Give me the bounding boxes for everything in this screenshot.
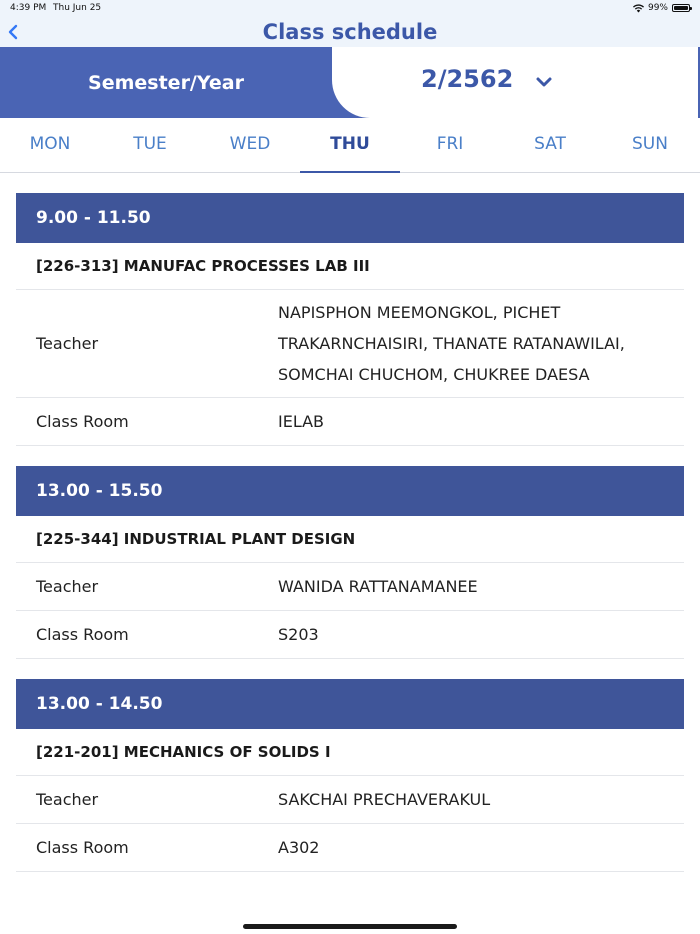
- class-time: 13.00 - 15.50: [16, 466, 684, 516]
- chevron-down-icon: [536, 77, 552, 87]
- wifi-icon: [632, 3, 644, 12]
- room-row: Class Room S203: [16, 611, 684, 659]
- class-time: 13.00 - 14.50: [16, 679, 684, 729]
- tab-mon[interactable]: MON: [0, 118, 100, 172]
- tab-wed[interactable]: WED: [200, 118, 300, 172]
- status-indicators: 99%: [632, 3, 692, 13]
- nav-bar: Class schedule: [0, 18, 700, 47]
- day-tabs: MON TUE WED THU FRI SAT SUN: [0, 118, 700, 173]
- tab-thu[interactable]: THU: [300, 118, 400, 173]
- teacher-row: Teacher WANIDA RATTANAMANEE: [16, 563, 684, 611]
- room-row: Class Room A302: [16, 824, 684, 872]
- battery-icon: [672, 4, 692, 12]
- teacher-row: Teacher NAPISPHON MEEMONGKOL, PICHET TRA…: [16, 290, 684, 398]
- home-indicator[interactable]: [243, 924, 457, 929]
- schedule-list: 9.00 - 11.50 [226-313] MANUFAC PROCESSES…: [16, 193, 684, 892]
- room-row: Class Room IELAB: [16, 398, 684, 446]
- status-time: 4:39 PM: [10, 3, 47, 13]
- course-title: [225-344] INDUSTRIAL PLANT DESIGN: [16, 516, 684, 563]
- room-label: Class Room: [36, 625, 129, 644]
- semester-bar: Semester/Year 2/2562: [0, 47, 700, 118]
- tab-fri[interactable]: FRI: [400, 118, 500, 172]
- teacher-label: Teacher: [36, 790, 99, 809]
- room-label: Class Room: [36, 412, 129, 431]
- class-card: 13.00 - 14.50 [221-201] MECHANICS OF SOL…: [16, 679, 684, 872]
- room-value: A302: [278, 838, 320, 857]
- room-label: Class Room: [36, 838, 129, 857]
- status-bar: 4:39 PM Thu Jun 25 99%: [0, 0, 700, 18]
- class-time: 9.00 - 11.50: [16, 193, 684, 243]
- teacher-row: Teacher SAKCHAI PRECHAVERAKUL: [16, 776, 684, 824]
- course-title: [226-313] MANUFAC PROCESSES LAB III: [16, 243, 684, 290]
- tab-sun[interactable]: SUN: [600, 118, 700, 172]
- page-title: Class schedule: [262, 20, 438, 44]
- room-value: S203: [278, 625, 319, 644]
- room-value: IELAB: [278, 412, 325, 431]
- semester-value: 2/2562: [421, 65, 514, 93]
- battery-fill: [674, 6, 688, 10]
- class-card: 9.00 - 11.50 [226-313] MANUFAC PROCESSES…: [16, 193, 684, 446]
- battery-percent: 99%: [647, 3, 668, 13]
- course-title: [221-201] MECHANICS OF SOLIDS I: [16, 729, 684, 776]
- teacher-value: WANIDA RATTANAMANEE: [278, 577, 478, 596]
- teacher-label: Teacher: [36, 334, 99, 353]
- teacher-label: Teacher: [36, 577, 99, 596]
- semester-label: Semester/Year: [88, 71, 244, 94]
- class-card: 13.00 - 15.50 [225-344] INDUSTRIAL PLANT…: [16, 466, 684, 659]
- status-date: Thu Jun 25: [53, 3, 102, 13]
- teacher-value: SAKCHAI PRECHAVERAKUL: [278, 790, 491, 809]
- tab-tue[interactable]: TUE: [100, 118, 200, 172]
- teacher-value: NAPISPHON MEEMONGKOL, PICHET TRAKARNCHAI…: [278, 303, 625, 384]
- tab-sat[interactable]: SAT: [500, 118, 600, 172]
- semester-dropdown[interactable]: 2/2562: [332, 47, 700, 118]
